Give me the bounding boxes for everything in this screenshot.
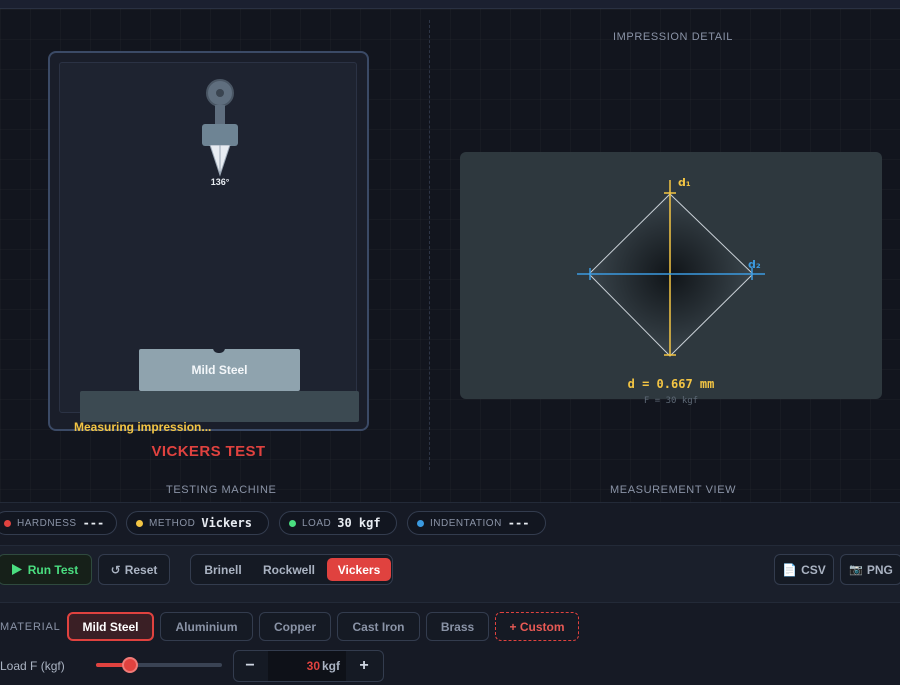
indentation-readout: INDENTATION ---: [407, 511, 546, 535]
load-readout-value: 30 kgf: [337, 516, 381, 530]
measurement-section-label: MEASUREMENT VIEW: [610, 484, 737, 496]
indenter-holder: [202, 124, 238, 146]
impression-shape: [588, 193, 754, 357]
machine-chamber: 136° Mild Steel Measuring impression...: [59, 62, 359, 434]
readout-bar: HARDNESS --- METHOD Vickers LOAD 30 kgf …: [0, 502, 900, 546]
run-test-button[interactable]: Run Test: [0, 554, 92, 585]
indenter-wheel-icon: [206, 79, 234, 107]
material-copper[interactable]: Copper: [259, 612, 331, 641]
impression-diagram: d₁ d₂ d = 0.667 mm: [577, 176, 765, 391]
d1-label: d₁: [678, 176, 691, 189]
diamond-indenter-icon: [209, 145, 231, 177]
load-value-field[interactable]: 30 kgf: [268, 651, 346, 681]
anvil-base: [80, 391, 359, 422]
method-value: Vickers: [201, 516, 252, 530]
material-cast-iron[interactable]: Cast Iron: [337, 612, 420, 641]
load-slider-thumb[interactable]: [122, 657, 139, 673]
export-png-button[interactable]: 📷 PNG: [840, 554, 900, 585]
material-mild-steel[interactable]: Mild Steel: [67, 612, 154, 641]
machine-status: Measuring impression...: [74, 420, 212, 434]
specimen-label: Mild Steel: [191, 363, 248, 377]
hardness-readout: HARDNESS ---: [0, 511, 117, 535]
indentation-label: INDENTATION: [430, 517, 502, 529]
load-label: Load F (kgf): [0, 659, 65, 673]
diagonal-readout: d = 0.667 mm: [628, 377, 715, 391]
material-label: MATERIAL: [0, 621, 61, 633]
material-aluminium[interactable]: Aluminium: [160, 612, 253, 641]
add-custom-material-button[interactable]: + Custom: [495, 612, 579, 641]
method-brinell[interactable]: Brinell: [194, 558, 252, 581]
increase-load-button[interactable]: +: [348, 651, 380, 681]
machine-section-label: TESTING MACHINE: [166, 484, 277, 496]
stage-divider: [429, 20, 430, 470]
method-selector: Brinell Rockwell Vickers: [190, 554, 393, 585]
camera-icon: 📷: [849, 564, 863, 576]
export-csv-button[interactable]: 📄 CSV: [774, 554, 834, 585]
load-readout: LOAD 30 kgf: [279, 511, 397, 535]
load-slider[interactable]: [96, 657, 222, 673]
run-test-label: Run Test: [27, 562, 79, 577]
load-readout-label: LOAD: [302, 517, 332, 529]
indentation-dot-icon: [417, 519, 424, 527]
hardness-value: ---: [82, 516, 105, 530]
method-dot-icon: [136, 519, 143, 527]
testing-machine-frame: 136° Mild Steel Measuring impression...: [48, 51, 369, 434]
material-brass[interactable]: Brass: [426, 612, 489, 641]
top-strip: [0, 0, 900, 9]
png-label: PNG: [866, 562, 893, 577]
hardness-label: HARDNESS: [17, 517, 77, 529]
load-dot-icon: [289, 519, 296, 527]
method-vickers[interactable]: Vickers: [327, 558, 391, 581]
d2-label: d₂: [748, 258, 761, 271]
load-unit: kgf: [322, 659, 340, 673]
method-rockwell[interactable]: Rockwell: [255, 558, 323, 581]
indenter-angle-label: 136°: [210, 177, 230, 187]
impression-detail-label: IMPRESSION DETAIL: [613, 31, 734, 43]
method-readout: METHOD Vickers: [126, 511, 269, 535]
csv-label: CSV: [801, 562, 826, 577]
indentation-value: ---: [507, 516, 530, 530]
play-icon: [11, 564, 22, 575]
reset-button[interactable]: ↺ Reset: [98, 554, 170, 585]
measurement-panel: d₁ d₂ d = 0.667 mm: [460, 152, 882, 399]
specimen-block: Mild Steel: [139, 348, 300, 391]
load-value: 30: [306, 659, 320, 673]
reset-label: Reset: [124, 562, 158, 577]
decrease-load-button[interactable]: −: [234, 651, 266, 681]
reset-icon: ↺: [110, 562, 121, 577]
method-label: METHOD: [149, 517, 196, 529]
file-icon: 📄: [782, 562, 798, 577]
test-title: VICKERS TEST: [151, 443, 266, 460]
load-stepper: − 30 kgf +: [233, 650, 384, 682]
force-label: F = 30 kgf: [643, 396, 699, 406]
hardness-dot-icon: [4, 519, 11, 527]
